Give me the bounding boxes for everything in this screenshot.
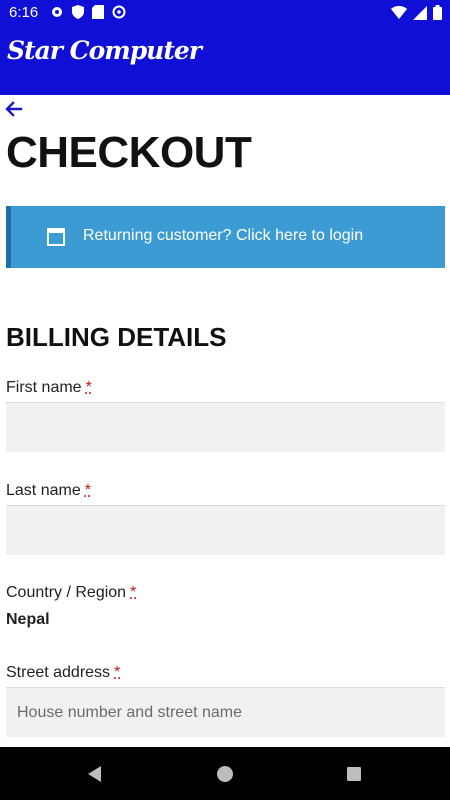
login-link-text[interactable]: Returning customer? Click here to login	[83, 227, 363, 245]
status-system-icons	[391, 5, 442, 20]
status-time: 6:16	[9, 4, 39, 21]
wifi-icon	[391, 5, 407, 19]
first-name-label-text: First name	[6, 379, 82, 396]
billing-details-heading: BILLING DETAILS	[6, 322, 227, 352]
sd-card-icon	[92, 5, 104, 19]
street-address-label: Street address *	[6, 664, 120, 682]
nav-recents-icon[interactable]	[343, 763, 365, 785]
country-region-label: Country / Region *	[6, 584, 136, 602]
battery-icon	[433, 5, 442, 20]
country-region-value: Nepal	[6, 611, 50, 628]
street-address-label-text: Street address	[6, 664, 111, 681]
shield-icon	[72, 5, 84, 19]
system-navigation-bar	[0, 747, 450, 800]
country-region-label-text: Country / Region	[6, 584, 127, 601]
required-marker: *	[84, 482, 91, 499]
page-title: CHECKOUT	[6, 128, 252, 177]
status-bar: 6:16	[0, 0, 450, 26]
signal-icon	[413, 5, 427, 20]
first-name-label: First name *	[6, 379, 92, 397]
status-notification-icons	[50, 5, 126, 19]
brand-logo-text: Star Computer	[7, 36, 202, 65]
required-marker: *	[85, 379, 92, 396]
back-arrow-icon[interactable]	[5, 100, 23, 118]
first-name-field[interactable]	[6, 402, 445, 452]
last-name-field[interactable]	[6, 505, 445, 555]
data-saver-icon	[112, 5, 126, 19]
returning-customer-login-notice[interactable]: Returning customer? Click here to login	[6, 206, 445, 268]
nav-back-icon[interactable]	[84, 763, 106, 785]
last-name-label: Last name *	[6, 482, 91, 500]
required-marker: *	[130, 584, 137, 601]
street-address-field[interactable]	[6, 687, 445, 737]
window-icon	[47, 228, 65, 246]
required-marker: *	[114, 664, 121, 681]
last-name-label-text: Last name	[6, 482, 81, 499]
nav-home-icon[interactable]	[214, 763, 236, 785]
app-bar: Star Computer	[0, 26, 450, 95]
settings-icon	[52, 7, 62, 17]
